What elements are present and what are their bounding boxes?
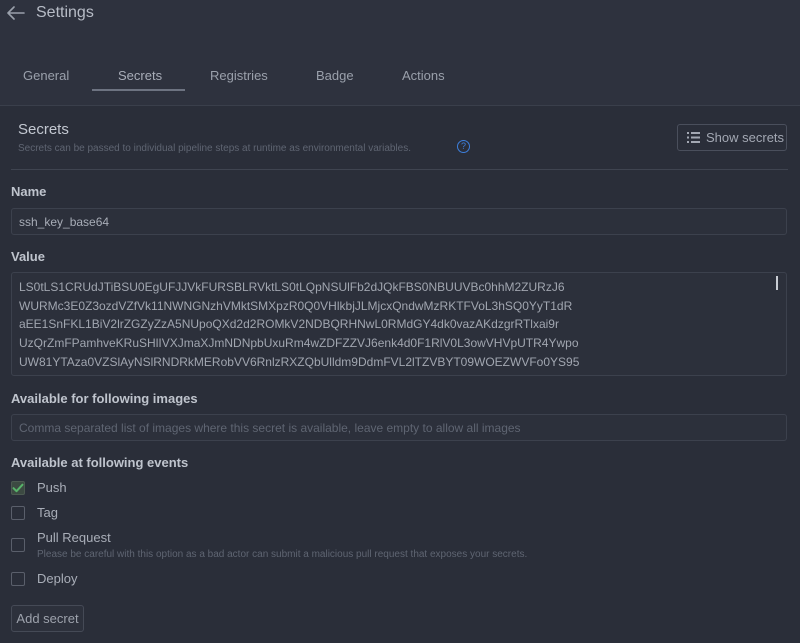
question-circle-icon[interactable]: ? <box>457 140 470 153</box>
list-icon <box>687 132 700 143</box>
value-line: UzQrZmFPamhveKRuSHlIVXJmaXJmNDNpbUxuRm4w… <box>19 336 579 351</box>
name-label: Name <box>11 184 47 199</box>
tag-label: Tag <box>37 505 58 520</box>
tab-actions[interactable]: Actions <box>402 68 445 98</box>
push-checkbox[interactable] <box>11 481 25 495</box>
value-line: WURMc3E0Z3ozdVZfVk11NWNGNzhVMktSMXpzR0Q0… <box>19 298 573 313</box>
event-tag[interactable]: Tag <box>11 505 58 520</box>
name-field[interactable]: ssh_key_base64 <box>11 208 787 235</box>
check-icon <box>12 483 24 493</box>
deploy-label: Deploy <box>37 571 78 586</box>
images-label: Available for following images <box>11 391 198 406</box>
tab-registries[interactable]: Registries <box>210 68 268 98</box>
header-bar: Settings <box>0 0 800 36</box>
tab-secrets[interactable]: Secrets <box>118 68 162 98</box>
tab-general[interactable]: General <box>23 68 69 98</box>
tab-bar: General Secrets Registries Badge Actions <box>0 36 800 106</box>
event-pull-request[interactable]: Pull Request Please be careful with this… <box>11 530 527 560</box>
add-secret-button[interactable]: Add secret <box>11 605 84 632</box>
event-deploy[interactable]: Deploy <box>11 571 77 586</box>
pull-request-warning: Please be careful with this option as a … <box>37 549 528 560</box>
push-label: Push <box>37 480 67 495</box>
show-secrets-label: Show secrets <box>706 130 785 145</box>
textarea-scrollbar[interactable] <box>776 276 778 290</box>
page-title: Settings <box>36 4 94 21</box>
value-textarea[interactable]: LS0tLS1CRUdJTiBSU0EgUFJJVkFURSBLRVktLS0t… <box>11 272 787 376</box>
tag-checkbox[interactable] <box>11 506 25 520</box>
events-label: Available at following events <box>11 455 189 470</box>
back-arrow-icon[interactable] <box>7 6 25 20</box>
images-input[interactable]: Comma separated list of images where thi… <box>11 414 787 441</box>
value-label: Value <box>11 249 45 264</box>
active-tab-indicator <box>92 89 185 91</box>
section-divider <box>11 169 788 170</box>
value-line: LS0tLS1CRUdJTiBSU0EgUFJJVkFURSBLRVktLS0t… <box>19 280 565 294</box>
deploy-checkbox[interactable] <box>11 572 25 586</box>
show-secrets-button[interactable]: Show secrets <box>677 124 787 151</box>
event-push[interactable]: Push <box>11 480 67 495</box>
section-subtitle: Secrets can be passed to individual pipe… <box>18 143 411 154</box>
pull-request-label: Pull Request <box>37 530 111 545</box>
tab-badge[interactable]: Badge <box>316 68 354 98</box>
value-line: UW81YTAza0VZSlAyNSlRNDRkMERobVV6RnlzRXZQ… <box>19 354 580 369</box>
value-line: aEE1SnFKL1BiV2lrZGZyZzA5NUpoQXd2d2ROMkV2… <box>19 317 559 332</box>
section-title: Secrets <box>18 121 69 138</box>
pull-request-checkbox[interactable] <box>11 538 25 552</box>
